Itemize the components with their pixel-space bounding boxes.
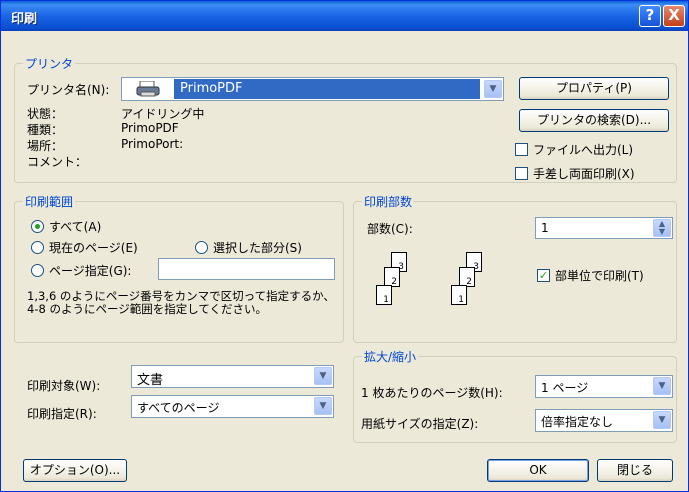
- copies-count-spinner[interactable]: 1 ▲ ▼: [535, 217, 673, 239]
- manual-duplex-checkbox[interactable]: [515, 167, 528, 180]
- range-current-radio[interactable]: [31, 241, 44, 254]
- collate-page: 2: [384, 267, 400, 287]
- print-target-value: 文書: [137, 373, 164, 388]
- zoom-legend: 拡大/縮小: [362, 348, 419, 365]
- properties-button[interactable]: プロパティ(P): [519, 77, 669, 100]
- help-button[interactable]: ?: [639, 5, 661, 27]
- print-target-label: 印刷対象(W):: [27, 379, 101, 393]
- paper-size-label: 用紙サイズの指定(Z):: [361, 417, 479, 431]
- copies-legend: 印刷部数: [362, 193, 415, 210]
- print-target-select[interactable]: 文書 ▼: [131, 365, 334, 388]
- print-to-file-label[interactable]: ファイルへ出力(L): [533, 141, 633, 158]
- copies-count-label: 部数(C):: [367, 222, 413, 236]
- printer-legend: プリンタ: [23, 55, 76, 72]
- range-all-label[interactable]: すべて(A): [49, 218, 101, 235]
- print-what-select[interactable]: すべてのページ ▼: [131, 395, 334, 418]
- range-selection-radio[interactable]: [195, 241, 208, 254]
- options-button[interactable]: オプション(O)...: [23, 459, 127, 482]
- comment-label: コメント：: [27, 155, 88, 169]
- location-label: 場所：: [27, 139, 64, 153]
- chevron-down-icon[interactable]: ▼: [653, 411, 671, 429]
- page-range-hint: 1,3,6 のようにページ番号をカンマで区切って指定するか、4-8 のようにペー…: [27, 289, 335, 316]
- collate-page: 2: [459, 267, 475, 287]
- copies-count-value: 1: [541, 221, 549, 235]
- chevron-down-icon[interactable]: ▼: [484, 80, 502, 98]
- page-range-input[interactable]: [158, 258, 335, 280]
- collate-page: 1: [376, 285, 392, 305]
- printer-name-value: PrimoPDF: [180, 81, 243, 96]
- print-dialog: 印刷 ? X プリンタ プリンタ名(N): PrimoPDF ▼ プロパティ(P…: [0, 0, 689, 492]
- print-what-value: すべてのページ: [137, 401, 220, 415]
- range-pages-label[interactable]: ページ指定(G):: [49, 262, 131, 279]
- title-bar: 印刷 ? X: [1, 1, 688, 31]
- status-value: アイドリング中: [121, 107, 205, 121]
- location-value: PrimoPort:: [121, 137, 184, 151]
- paper-size-select[interactable]: 倍率指定なし ▼: [535, 409, 673, 432]
- print-what-label: 印刷指定(R):: [27, 407, 97, 421]
- manual-duplex-label[interactable]: 手差し両面印刷(X): [533, 165, 635, 182]
- type-label: 種類：: [27, 123, 64, 137]
- range-pages-radio[interactable]: [31, 264, 44, 277]
- range-selection-label[interactable]: 選択した部分(S): [213, 239, 302, 256]
- close-button[interactable]: 閉じる: [597, 459, 673, 482]
- find-printer-button[interactable]: プリンタの検索(D)...: [519, 109, 669, 132]
- ok-button[interactable]: OK: [487, 459, 589, 482]
- chevron-down-icon[interactable]: ▼: [314, 397, 332, 415]
- pages-per-sheet-select[interactable]: 1 ページ ▼: [535, 375, 673, 398]
- type-value: PrimoPDF: [121, 121, 179, 135]
- range-current-label[interactable]: 現在のページ(E): [49, 239, 138, 256]
- range-all-radio[interactable]: [31, 220, 44, 233]
- page-range-legend: 印刷範囲: [23, 193, 76, 210]
- pages-per-sheet-label: 1 枚あたりのページ数(H):: [361, 386, 503, 400]
- chevron-down-icon[interactable]: ▼: [314, 367, 332, 385]
- close-window-button[interactable]: X: [663, 5, 685, 27]
- collate-label[interactable]: 部単位で印刷(T): [555, 267, 644, 284]
- dialog-title: 印刷: [11, 12, 38, 27]
- paper-size-value: 倍率指定なし: [541, 415, 614, 429]
- spinner-arrows-icon[interactable]: ▲ ▼: [653, 219, 671, 237]
- print-to-file-checkbox[interactable]: [515, 143, 528, 156]
- status-label: 状態：: [27, 107, 64, 121]
- collate-checkbox[interactable]: ✓: [537, 269, 550, 282]
- collate-page: 1: [451, 285, 467, 305]
- chevron-down-icon[interactable]: ▼: [653, 377, 671, 395]
- printer-name-label: プリンタ名(N):: [27, 83, 110, 97]
- printer-name-select[interactable]: PrimoPDF ▼: [121, 77, 504, 101]
- pages-per-sheet-value: 1 ページ: [541, 381, 589, 395]
- printer-icon: [136, 80, 160, 97]
